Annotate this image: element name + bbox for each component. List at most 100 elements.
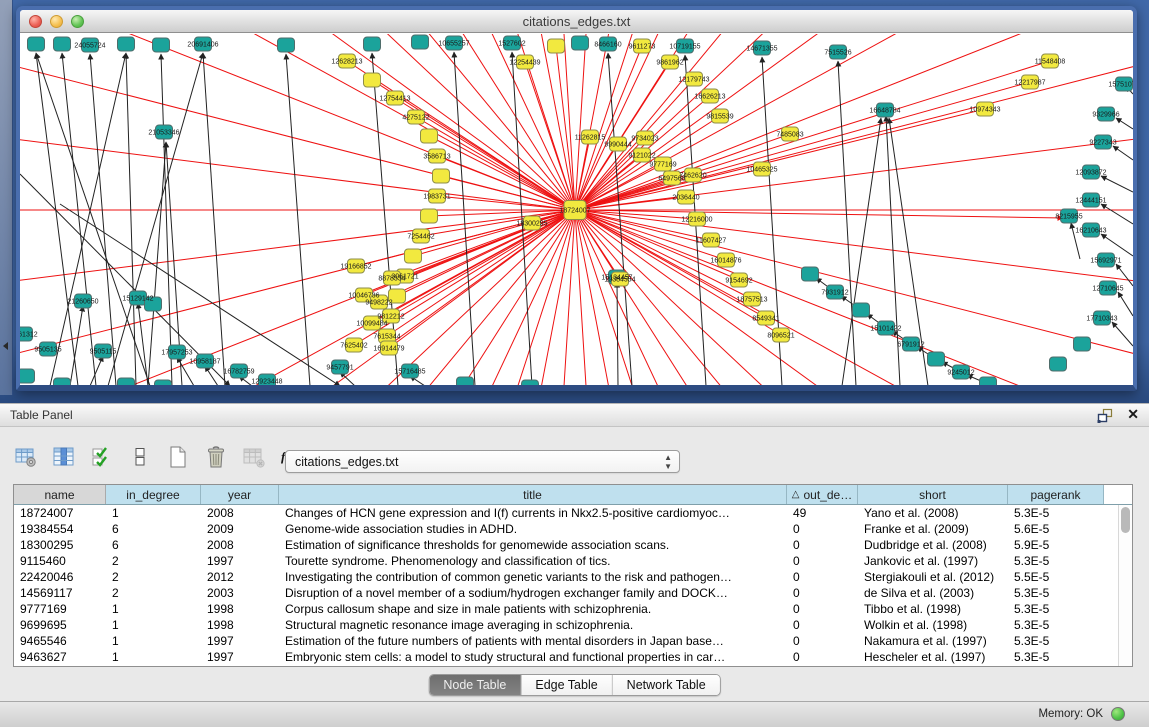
table-row[interactable]: 2242004622012Investigating the contribut… bbox=[14, 569, 1118, 585]
graph-node[interactable] bbox=[1074, 337, 1091, 351]
graph-node[interactable] bbox=[118, 37, 135, 51]
column-header-out_degree[interactable]: △out_de… bbox=[787, 485, 858, 504]
memory-status-indicator[interactable] bbox=[1111, 707, 1125, 721]
graph-node[interactable] bbox=[928, 352, 945, 366]
graph-node[interactable] bbox=[54, 37, 71, 51]
table-cell: 9463627 bbox=[14, 649, 106, 665]
graph-node-label: 15716485 bbox=[394, 369, 425, 376]
graph-node-label: 17710343 bbox=[1086, 316, 1117, 323]
graph-node[interactable] bbox=[20, 369, 35, 383]
column-header-in_degree[interactable]: in_degree bbox=[106, 485, 201, 504]
close-panel-icon[interactable]: ✕ bbox=[1127, 406, 1139, 423]
graph-node[interactable] bbox=[364, 73, 381, 87]
table-row[interactable]: 1872400712008Changes of HCN gene express… bbox=[14, 505, 1118, 521]
column-header-title[interactable]: title bbox=[279, 485, 787, 504]
graph-node[interactable] bbox=[405, 249, 422, 263]
graph-edge-black bbox=[90, 54, 116, 385]
show-columns-icon[interactable] bbox=[51, 444, 77, 470]
column-header-pagerank[interactable]: pagerank bbox=[1008, 485, 1104, 504]
table-row[interactable]: 946554611997Estimation of the future num… bbox=[14, 633, 1118, 649]
graph-node[interactable] bbox=[28, 37, 45, 51]
graph-node[interactable] bbox=[364, 37, 381, 51]
graph-node-label: 12254439 bbox=[509, 60, 540, 67]
graph-edge-black bbox=[36, 53, 150, 385]
tab-network-table[interactable]: Network Table bbox=[613, 675, 720, 695]
table-cell: 2 bbox=[106, 585, 201, 601]
column-header-name[interactable]: name bbox=[14, 485, 106, 504]
table-selector-dropdown[interactable]: citations_edges.txt ▲▼ bbox=[285, 450, 680, 473]
graph-node[interactable] bbox=[548, 39, 565, 53]
table-cell: 19384554 bbox=[14, 521, 106, 537]
graph-node-label: 18724007 bbox=[559, 208, 590, 215]
graph-node-label: 2036440 bbox=[672, 195, 699, 202]
select-rows-check-icon[interactable] bbox=[89, 444, 115, 470]
graph-node-label: 9734023 bbox=[631, 136, 658, 143]
graph-edge-red bbox=[575, 210, 1063, 218]
network-canvas[interactable]: 2405572420691406106552571527602846616010… bbox=[20, 34, 1133, 385]
graph-node[interactable] bbox=[1050, 357, 1067, 371]
graph-node[interactable] bbox=[522, 380, 539, 385]
graph-node[interactable] bbox=[421, 129, 438, 143]
graph-edge-black bbox=[838, 61, 856, 385]
graph-node[interactable] bbox=[853, 303, 870, 317]
graph-node-label: 15129142 bbox=[122, 296, 153, 303]
table-row[interactable]: 911546021997Tourette syndrome. Phenomeno… bbox=[14, 553, 1118, 569]
table-row[interactable]: 977716911998Corpus callosum shape and si… bbox=[14, 601, 1118, 617]
graph-node-label: 7485083 bbox=[776, 132, 803, 139]
citation-network-graph[interactable]: 2405572420691406106552571527602846616010… bbox=[20, 34, 1133, 385]
delete-table-trash-icon[interactable] bbox=[203, 444, 229, 470]
vertical-scrollbar[interactable] bbox=[1118, 505, 1132, 666]
graph-node[interactable] bbox=[421, 209, 438, 223]
table-row[interactable]: 1830029562008Estimation of significance … bbox=[14, 537, 1118, 553]
scrollbar-thumb[interactable] bbox=[1121, 507, 1130, 533]
merge-rows-icon[interactable] bbox=[127, 444, 153, 470]
graph-node[interactable] bbox=[433, 169, 450, 183]
graph-edge-red bbox=[20, 34, 575, 210]
table-cell: 5.3E-5 bbox=[1008, 633, 1104, 649]
graph-node-label: 9815539 bbox=[706, 114, 733, 121]
table-row[interactable]: 1938455462009Genome-wide association stu… bbox=[14, 521, 1118, 537]
table-settings-icon[interactable] bbox=[13, 444, 39, 470]
column-header-year[interactable]: year bbox=[201, 485, 279, 504]
table-row[interactable]: 1456911722003Disruption of a novel membe… bbox=[14, 585, 1118, 601]
graph-node-label: 12754413 bbox=[379, 96, 410, 103]
graph-node-label: 9457791 bbox=[326, 365, 353, 372]
column-header-short[interactable]: short bbox=[858, 485, 1008, 504]
graph-node[interactable] bbox=[118, 378, 135, 385]
graph-node-label: 9121022 bbox=[628, 153, 655, 160]
tab-edge-table[interactable]: Edge Table bbox=[521, 675, 612, 695]
graph-node-label: 14671355 bbox=[746, 46, 777, 53]
float-panel-icon[interactable] bbox=[1097, 408, 1113, 423]
graph-node[interactable] bbox=[54, 378, 71, 385]
graph-node[interactable] bbox=[153, 38, 170, 52]
graph-node-label: 12093872 bbox=[1075, 170, 1106, 177]
table-cell: 2003 bbox=[201, 585, 279, 601]
table-row[interactable]: 946362711997Embryonic stem cells: a mode… bbox=[14, 649, 1118, 665]
graph-node[interactable] bbox=[802, 267, 819, 281]
graph-node-label: 3586713 bbox=[423, 154, 450, 161]
graph-edge-black bbox=[1101, 204, 1133, 224]
graph-node[interactable] bbox=[980, 377, 997, 385]
tab-node-table[interactable]: Node Table bbox=[429, 675, 521, 695]
table-cell: 2009 bbox=[201, 521, 279, 537]
table-cell: de Silva et al. (2003) bbox=[858, 585, 1008, 601]
left-panel-collapsed-strip[interactable] bbox=[0, 0, 13, 395]
graph-node-label: 20691406 bbox=[187, 42, 218, 49]
table-row[interactable]: 969969511998Structural magnetic resonanc… bbox=[14, 617, 1118, 633]
graph-node-label: 21260650 bbox=[67, 299, 98, 306]
sort-ascending-icon: △ bbox=[792, 489, 800, 500]
graph-node[interactable] bbox=[155, 380, 172, 385]
graph-node[interactable] bbox=[572, 36, 589, 50]
collapse-left-arrow-icon[interactable] bbox=[3, 342, 8, 350]
graph-node-label: 9227343 bbox=[1089, 140, 1116, 147]
graph-node[interactable] bbox=[457, 377, 474, 385]
new-document-icon[interactable] bbox=[165, 444, 191, 470]
graph-node-label: 12710645 bbox=[1092, 286, 1123, 293]
table-cell: Changes of HCN gene expression and I(f) … bbox=[279, 505, 787, 521]
table-cell: 0 bbox=[787, 601, 858, 617]
graph-node-label: 7254462 bbox=[407, 234, 434, 241]
graph-node[interactable] bbox=[412, 35, 429, 49]
graph-node[interactable] bbox=[278, 38, 295, 52]
graph-node-label: 15692971 bbox=[1090, 258, 1121, 265]
network-window-titlebar[interactable]: citations_edges.txt bbox=[20, 10, 1133, 33]
